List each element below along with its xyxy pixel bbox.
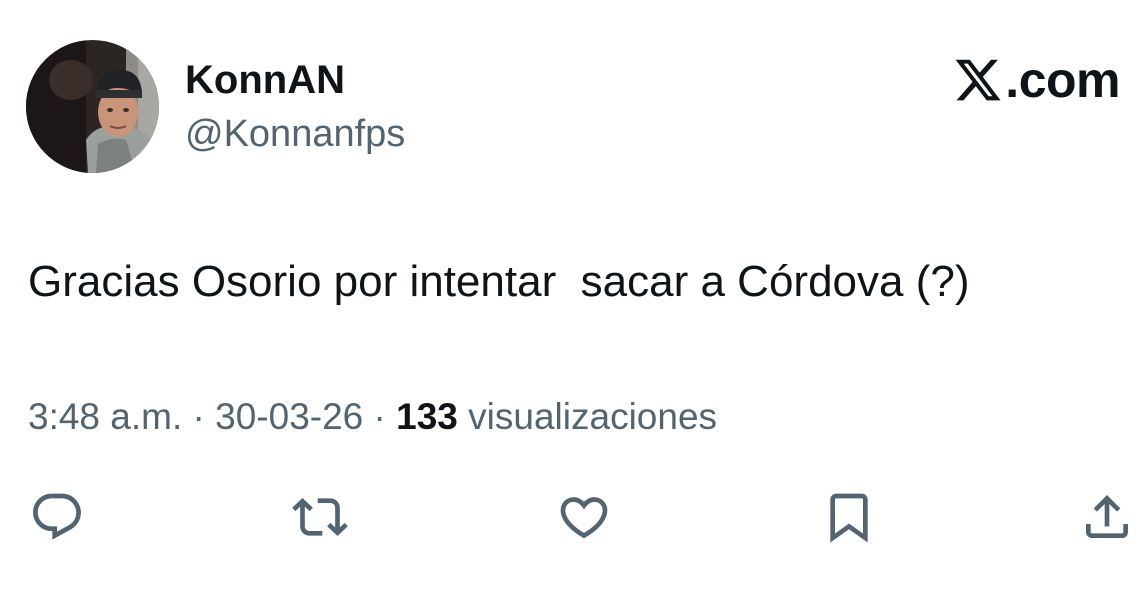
avatar[interactable]	[26, 40, 159, 173]
author-display-name[interactable]: KonnAN	[185, 58, 345, 102]
bookmark-button[interactable]	[818, 486, 880, 548]
retweet-arrows-icon	[292, 498, 348, 536]
tweet-meta: 3:48 a.m. · 30-03-26 · 133 visualizacion…	[28, 394, 717, 440]
tweet-text: Gracias Osorio por intentar sacar a Córd…	[28, 257, 970, 306]
views-count: 133	[396, 396, 458, 437]
x-logo-icon	[955, 59, 1001, 101]
meta-separator: ·	[363, 396, 397, 437]
brand-domain-label: .com	[1005, 52, 1120, 108]
views-label: visualizaciones	[468, 396, 718, 437]
tweet-time[interactable]: 3:48 a.m.	[28, 396, 182, 437]
author-handle[interactable]: @Konnanfps	[185, 112, 405, 156]
speech-bubble-icon	[33, 493, 81, 540]
tweet-date[interactable]: 30-03-26	[215, 396, 363, 437]
heart-icon	[560, 497, 608, 539]
like-button[interactable]	[553, 486, 615, 548]
retweet-button[interactable]	[289, 486, 351, 548]
avatar-photo	[26, 40, 159, 173]
share-button[interactable]	[1076, 486, 1138, 548]
meta-separator: ·	[182, 396, 216, 437]
brand-watermark: .com	[953, 52, 1120, 108]
bookmark-icon	[830, 493, 868, 543]
reply-button[interactable]	[26, 486, 88, 548]
share-upload-icon	[1086, 495, 1128, 538]
